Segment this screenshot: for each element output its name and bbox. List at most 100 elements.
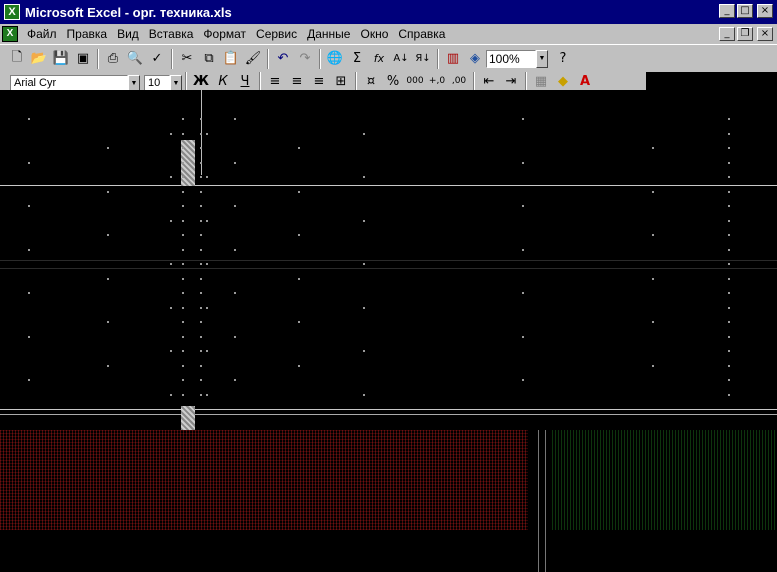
percent-button[interactable]: % bbox=[382, 72, 404, 90]
artifact-dot bbox=[206, 176, 208, 178]
artifact-dot bbox=[234, 161, 236, 164]
row-header-fragment bbox=[181, 406, 195, 430]
align-left-icon[interactable]: ≡ bbox=[264, 72, 286, 90]
function-icon[interactable]: fx bbox=[368, 48, 390, 70]
toolbar-separator bbox=[319, 48, 321, 69]
artifact-dot bbox=[28, 118, 30, 120]
artifact-dot bbox=[182, 306, 184, 309]
borders-icon[interactable]: ▦ bbox=[530, 72, 552, 90]
toolbar-separator bbox=[437, 48, 439, 69]
font-name-dropdown-arrow[interactable]: ▼ bbox=[128, 75, 140, 90]
font-size-field[interactable]: 10 bbox=[144, 75, 170, 90]
menu-help[interactable]: Справка bbox=[393, 27, 450, 41]
worksheet-area[interactable] bbox=[0, 90, 777, 572]
spelling-icon[interactable]: ✓ bbox=[146, 48, 168, 70]
artifact-dot bbox=[182, 248, 184, 251]
hyperlink-icon[interactable]: 🌐 bbox=[324, 48, 346, 70]
artifact-dot bbox=[728, 277, 730, 280]
fill-color-icon[interactable]: ◆ bbox=[552, 72, 574, 90]
artifact-dot bbox=[298, 364, 300, 367]
artifact-dot bbox=[170, 350, 172, 352]
underline-button[interactable]: Ч bbox=[234, 72, 256, 90]
artifact-dot bbox=[170, 306, 172, 309]
artifact-dot bbox=[728, 393, 730, 396]
open-icon[interactable]: 📂 bbox=[28, 48, 50, 70]
artifact-dot bbox=[182, 364, 184, 367]
print-icon[interactable]: ⎙ bbox=[102, 48, 124, 70]
zoom-dropdown-arrow[interactable]: ▼ bbox=[536, 49, 548, 68]
chart-wizard-icon[interactable]: ▥ bbox=[442, 48, 464, 70]
help-icon[interactable]: ? bbox=[552, 48, 574, 70]
artifact-dot bbox=[728, 234, 730, 236]
font-color-button[interactable]: A bbox=[574, 72, 596, 90]
excel-icon[interactable]: X bbox=[4, 4, 20, 20]
artifact-dot bbox=[363, 219, 365, 222]
menu-tools[interactable]: Сервис bbox=[251, 27, 302, 41]
artifact-dot bbox=[182, 161, 184, 164]
copy-icon[interactable]: ⧉ bbox=[198, 48, 220, 70]
workbook-icon[interactable]: X bbox=[2, 26, 18, 42]
doc-restore-button[interactable]: ❐ bbox=[737, 27, 753, 41]
artifact-dot bbox=[363, 176, 365, 178]
merge-center-icon[interactable]: ⊞ bbox=[330, 72, 352, 90]
toolbar-separator bbox=[185, 72, 187, 90]
save-icon[interactable]: 💾 bbox=[50, 48, 72, 70]
artifact-dot bbox=[182, 219, 184, 222]
menu-data[interactable]: Данные bbox=[302, 27, 355, 41]
artifact-dot bbox=[200, 263, 202, 265]
artifact-dot bbox=[728, 118, 730, 120]
maximize-button[interactable]: □ bbox=[737, 4, 753, 18]
bold-button[interactable]: Ж bbox=[190, 72, 212, 90]
print-preview-icon[interactable]: 🔍 bbox=[124, 48, 146, 70]
zoom-field[interactable]: 100% bbox=[486, 49, 536, 68]
artifact-dot bbox=[728, 190, 730, 193]
menu-edit[interactable]: Правка bbox=[62, 27, 113, 41]
doc-minimize-button[interactable]: _ bbox=[719, 27, 735, 41]
artifact-dot bbox=[182, 277, 184, 280]
menu-insert[interactable]: Вставка bbox=[144, 27, 199, 41]
font-size-dropdown-arrow[interactable]: ▼ bbox=[170, 75, 182, 90]
new-icon[interactable]: 🗋 bbox=[6, 48, 28, 70]
cut-icon[interactable]: ✂ bbox=[176, 48, 198, 70]
undo-icon[interactable]: ↶ bbox=[272, 48, 294, 70]
sort-ascending-icon[interactable]: A↓ bbox=[390, 48, 412, 70]
artifact-dot bbox=[652, 364, 654, 367]
close-button[interactable]: × bbox=[757, 4, 773, 18]
italic-button[interactable]: К bbox=[212, 72, 234, 90]
sort-descending-icon[interactable]: Я↓ bbox=[412, 48, 434, 70]
artifact-dot bbox=[363, 393, 365, 396]
redo-icon[interactable]: ↷ bbox=[294, 48, 316, 70]
artifact-dot bbox=[234, 118, 236, 120]
grid-line bbox=[0, 260, 777, 261]
currency-icon[interactable]: ¤ bbox=[360, 72, 382, 90]
permission-icon[interactable]: ▣ bbox=[72, 48, 94, 70]
menu-window[interactable]: Окно bbox=[355, 27, 393, 41]
doc-close-button[interactable]: × bbox=[757, 27, 773, 41]
paste-icon[interactable]: 📋 bbox=[220, 48, 242, 70]
menu-file[interactable]: Файл bbox=[22, 27, 62, 41]
increase-decimal-button[interactable]: +,0 bbox=[426, 72, 448, 90]
menu-view[interactable]: Вид bbox=[112, 27, 144, 41]
artifact-dot bbox=[200, 132, 202, 135]
artifact-dot bbox=[200, 292, 202, 294]
decrease-indent-icon[interactable]: ⇤ bbox=[478, 72, 500, 90]
align-right-icon[interactable]: ≡ bbox=[308, 72, 330, 90]
artifact-dot bbox=[298, 147, 300, 149]
menu-format[interactable]: Формат bbox=[198, 27, 251, 41]
thousands-button[interactable]: 000 bbox=[404, 72, 426, 90]
decrease-decimal-button[interactable]: ,00 bbox=[448, 72, 470, 90]
drawing-icon[interactable]: ◈ bbox=[464, 48, 486, 70]
artifact-dot bbox=[206, 350, 208, 352]
format-painter-icon[interactable]: 🖌 bbox=[242, 48, 264, 70]
minimize-button[interactable]: _ bbox=[719, 4, 735, 18]
font-name-field[interactable]: Arial Cyr bbox=[10, 75, 128, 90]
align-center-icon[interactable]: ≡ bbox=[286, 72, 308, 90]
artifact-dot bbox=[728, 321, 730, 323]
artifact-dot bbox=[200, 277, 202, 280]
increase-indent-icon[interactable]: ⇥ bbox=[500, 72, 522, 90]
autosum-icon[interactable]: Σ bbox=[346, 48, 368, 70]
artifact-dot bbox=[206, 393, 208, 396]
artifact-dot bbox=[363, 350, 365, 352]
artifact-dot bbox=[182, 176, 184, 178]
artifact-dot bbox=[107, 190, 109, 193]
